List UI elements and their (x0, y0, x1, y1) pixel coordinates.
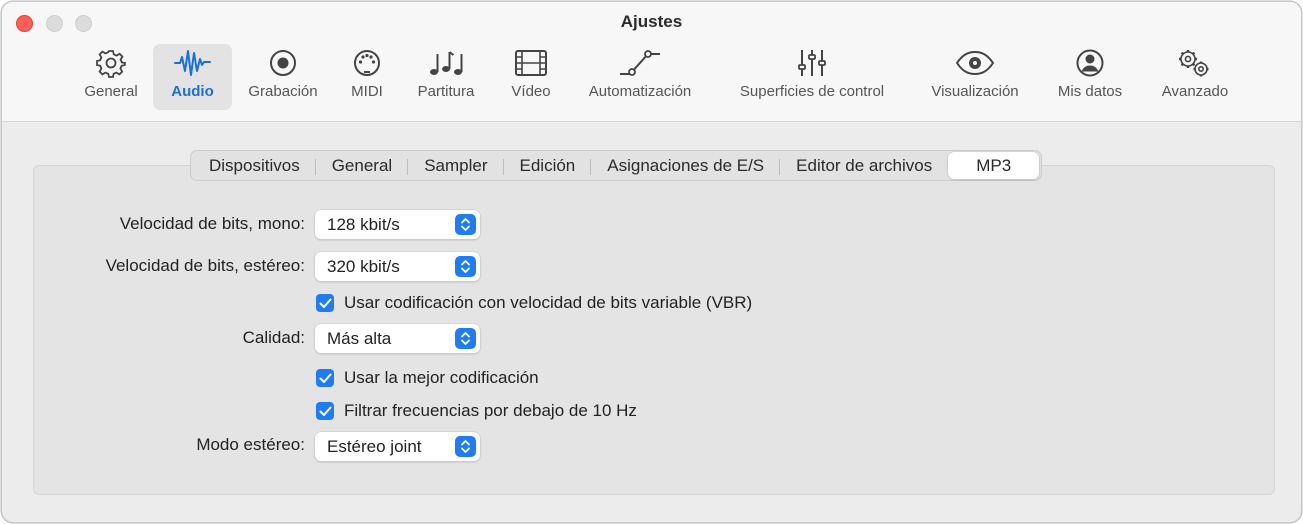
record-icon (268, 44, 298, 82)
popup-value: 128 kbit/s (327, 214, 400, 234)
toolbar-label: Mis datos (1057, 83, 1123, 100)
quality-popup[interactable]: Más alta (315, 324, 480, 353)
toolbar-label: Audio (171, 83, 214, 100)
tab-editor-de-archivos[interactable]: Editor de archivos (780, 151, 948, 180)
best-encoding-checkbox-row[interactable]: Usar la mejor codificación (316, 368, 539, 388)
bitrate-stereo-label: Velocidad de bits, estéreo: (105, 256, 305, 275)
toolbar-label: MIDI (351, 83, 383, 100)
toolbar-label: Visualización (931, 83, 1019, 100)
stereo-mode-row: Modo estéreo: (2, 435, 305, 459)
chevron-updown-icon (455, 328, 476, 349)
chevron-updown-icon (455, 436, 476, 457)
gear-icon (96, 44, 126, 82)
bitrate-mono-popup[interactable]: 128 kbit/s (315, 210, 480, 239)
toolbar-item-automatizacion[interactable]: Automatización (578, 44, 702, 110)
person-icon (1075, 44, 1105, 82)
chevron-updown-icon (455, 256, 476, 277)
filter-checkbox-row[interactable]: Filtrar frecuencias por debajo de 10 Hz (316, 401, 637, 421)
tab-asignaciones-es[interactable]: Asignaciones de E/S (591, 151, 781, 180)
stereo-mode-popup[interactable]: Estéreo joint (315, 432, 480, 461)
gears-icon (1175, 44, 1215, 82)
toolbar-label: General (84, 83, 138, 100)
toolbar-item-grabacion[interactable]: Grabación (240, 44, 326, 110)
toolbar-item-visualizacion[interactable]: Visualización (921, 44, 1029, 110)
bitrate-stereo-popup[interactable]: 320 kbit/s (315, 252, 480, 281)
toolbar-label: Vídeo (511, 83, 551, 100)
toolbar-label: Partitura (417, 83, 475, 100)
toolbar-label: Avanzado (1161, 83, 1229, 100)
popup-value: Más alta (327, 328, 392, 348)
music-notes-icon (426, 44, 466, 82)
best-encoding-label: Usar la mejor codificación (344, 368, 539, 387)
toolbar-item-audio[interactable]: Audio (153, 44, 232, 110)
bitrate-mono-row: Velocidad de bits, mono: (2, 214, 305, 238)
toolbar-item-mis-datos[interactable]: Mis datos (1049, 44, 1131, 110)
vbr-checkbox-row[interactable]: Usar codificación con velocidad de bits … (316, 293, 752, 313)
filter-label: Filtrar frecuencias por debajo de 10 Hz (344, 401, 637, 420)
popup-value: 320 kbit/s (327, 256, 400, 276)
tab-dispositivos[interactable]: Dispositivos (193, 151, 316, 180)
best-encoding-checkbox[interactable] (316, 369, 334, 387)
toolbar-item-superficies-de-control[interactable]: Superficies de control (722, 44, 902, 110)
settings-window: Ajustes General Audio Grabación MIDI Par… (1, 1, 1302, 523)
title-bar: Ajustes General Audio Grabación MIDI Par… (2, 2, 1301, 122)
filter-checkbox[interactable] (316, 402, 334, 420)
vbr-checkbox[interactable] (316, 294, 334, 312)
bitrate-mono-label: Velocidad de bits, mono: (119, 214, 305, 233)
toolbar-label: Automatización (588, 83, 692, 100)
chevron-updown-icon (455, 214, 476, 235)
film-icon (514, 44, 548, 82)
toolbar-item-midi[interactable]: MIDI (342, 44, 392, 110)
tab-general[interactable]: General (316, 151, 409, 180)
tab-edicion[interactable]: Edición (504, 151, 592, 180)
window-title: Ajustes (620, 12, 683, 31)
eye-icon (955, 44, 995, 82)
quality-row: Calidad: (2, 328, 305, 352)
tab-bar: Dispositivos General Sampler Edición Asi… (190, 150, 1043, 181)
toolbar-label: Superficies de control (739, 83, 885, 100)
toolbar-item-general[interactable]: General (77, 44, 145, 110)
bitrate-stereo-row: Velocidad de bits, estéreo: (2, 256, 305, 280)
toolbar-item-avanzado[interactable]: Avanzado (1152, 44, 1238, 110)
waveform-icon (173, 44, 213, 82)
tab-mp3[interactable]: MP3 (948, 152, 1040, 179)
faders-icon (795, 44, 829, 82)
automation-curve-icon (618, 44, 662, 82)
tab-sampler[interactable]: Sampler (408, 151, 504, 180)
popup-value: Estéreo joint (327, 436, 422, 456)
midi-port-icon (352, 44, 382, 82)
vbr-label: Usar codificación con velocidad de bits … (344, 293, 753, 312)
toolbar-item-partitura[interactable]: Partitura (409, 44, 483, 110)
quality-label: Calidad: (242, 328, 305, 347)
stereo-mode-label: Modo estéreo: (196, 435, 305, 454)
toolbar-item-video[interactable]: Vídeo (504, 44, 558, 110)
toolbar-label: Grabación (248, 83, 318, 100)
